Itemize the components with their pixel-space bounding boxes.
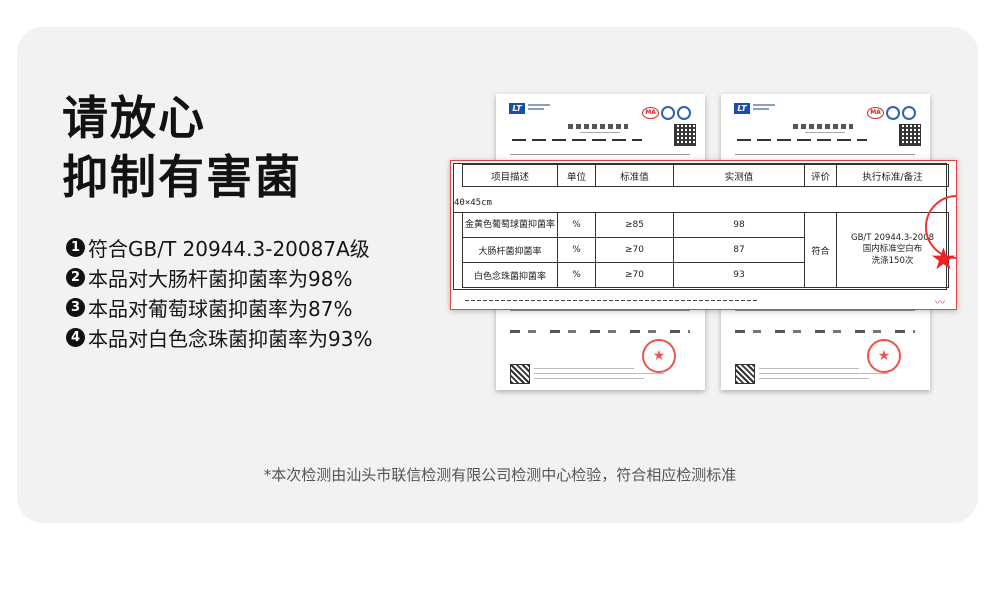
claim-item: 4 本品对白色念珠菌抑菌率为93% bbox=[66, 322, 372, 352]
cnas-mark-icon bbox=[886, 105, 900, 120]
qr-code-icon bbox=[899, 124, 921, 146]
table-rule bbox=[510, 310, 690, 311]
item-cell: 金黄色葡萄球菌抑菌率 bbox=[462, 212, 558, 238]
sample-size: 40×45cm bbox=[454, 198, 492, 208]
report-subtitle bbox=[580, 132, 620, 133]
claim-item: 1 符合GB/T 20944.3-20087A级 bbox=[66, 232, 372, 262]
item-cell: 白色念珠菌抑菌率 bbox=[462, 262, 558, 288]
unit-cell: % bbox=[557, 237, 596, 263]
report-title bbox=[793, 124, 853, 129]
signatures bbox=[735, 330, 915, 333]
claim-text: 本品对白色念珠菌抑菌率为93% bbox=[88, 326, 373, 351]
lab-name bbox=[753, 104, 775, 112]
footer-text bbox=[759, 368, 859, 369]
table-rule bbox=[510, 154, 690, 155]
claim-item: 3 本品对葡萄球菌抑菌率为87% bbox=[66, 292, 372, 322]
report-info bbox=[737, 139, 867, 141]
header-item: 项目描述 bbox=[462, 164, 558, 187]
table-rule bbox=[735, 310, 915, 311]
lab-seal-icon: ★ bbox=[867, 339, 901, 373]
magnified-result-callout: 项目描述 单位 标准值 实测值 评价 执行标准/备注 40×45cm 金黄色葡萄… bbox=[450, 160, 957, 310]
footer-text bbox=[534, 378, 644, 379]
lab-name bbox=[528, 104, 550, 112]
standard-cell: ≥85 bbox=[595, 212, 674, 238]
unit-cell: % bbox=[557, 262, 596, 288]
qr-code-icon bbox=[674, 124, 696, 146]
signatures bbox=[510, 330, 690, 333]
claim-item: 2 本品对大肠杆菌抑菌率为98% bbox=[66, 262, 372, 292]
item-cell: 大肠杆菌抑菌率 bbox=[462, 237, 558, 263]
cma-mark-icon: MA bbox=[867, 106, 884, 119]
footer-text bbox=[534, 368, 634, 369]
report-info bbox=[512, 139, 642, 141]
number-badge: 2 bbox=[66, 267, 85, 287]
lab-logo: LT bbox=[509, 103, 525, 114]
ilac-mark-icon bbox=[902, 105, 916, 120]
header-standard: 标准值 bbox=[595, 164, 674, 187]
header-unit: 单位 bbox=[557, 164, 596, 187]
table-row: 金黄色葡萄球菌抑菌率 % ≥85 98 符合 GB/T 20944.3-2008… bbox=[462, 212, 949, 288]
result-table: 金黄色葡萄球菌抑菌率 % ≥85 98 符合 GB/T 20944.3-2008… bbox=[462, 212, 949, 288]
standard-cell: ≥70 bbox=[595, 262, 674, 288]
lab-logo: LT bbox=[734, 103, 750, 114]
header-remarks: 执行标准/备注 bbox=[836, 164, 949, 187]
accreditation-marks: MA bbox=[642, 102, 691, 121]
accreditation-marks: MA bbox=[867, 102, 916, 121]
claim-text: 本品对大肠杆菌抑菌率为98% bbox=[88, 266, 353, 291]
result-table-frame: 项目描述 单位 标准值 实测值 评价 执行标准/备注 40×45cm 金黄色葡萄… bbox=[453, 163, 949, 290]
signature-mark-icon: 〰 bbox=[935, 298, 945, 309]
footer-text bbox=[759, 373, 889, 374]
number-badge: 1 bbox=[66, 237, 85, 257]
footer-text bbox=[534, 373, 664, 374]
cma-mark-icon: MA bbox=[642, 106, 659, 119]
lab-seal-icon: ★ bbox=[642, 339, 676, 373]
measured-cell: 87 bbox=[673, 237, 805, 263]
claims-list: 1 符合GB/T 20944.3-20087A级 2 本品对大肠杆菌抑菌率为98… bbox=[66, 232, 372, 352]
standard-cell: ≥70 bbox=[595, 237, 674, 263]
footer-text bbox=[759, 378, 869, 379]
cnas-mark-icon bbox=[661, 105, 675, 120]
measured-cell: 98 bbox=[673, 212, 805, 238]
header-evaluation: 评价 bbox=[804, 164, 837, 187]
number-badge: 3 bbox=[66, 297, 85, 317]
qr-code-icon bbox=[735, 364, 755, 384]
result-table-header: 项目描述 单位 标准值 实测值 评价 执行标准/备注 bbox=[462, 164, 949, 187]
headline-line-1: 请放心 bbox=[62, 91, 206, 145]
measured-cell: 93 bbox=[673, 262, 805, 288]
stamp-star-icon: ★ bbox=[930, 242, 957, 277]
evaluation-cell: 符合 bbox=[804, 212, 837, 288]
qr-code-icon bbox=[510, 364, 530, 384]
header-measured: 实测值 bbox=[673, 164, 805, 187]
table-rule bbox=[735, 154, 915, 155]
number-badge: 4 bbox=[66, 327, 85, 347]
headline-line-2: 抑制有害菌 bbox=[62, 150, 302, 204]
dashed-rule bbox=[465, 300, 757, 301]
report-title bbox=[568, 124, 628, 129]
report-subtitle bbox=[805, 132, 845, 133]
footer-note: *本次检测由汕头市联信检测有限公司检测中心检验，符合相应检测标准 bbox=[263, 466, 737, 484]
ilac-mark-icon bbox=[677, 105, 691, 120]
claim-text: 符合GB/T 20944.3-20087A级 bbox=[88, 236, 370, 261]
claim-text: 本品对葡萄球菌抑菌率为87% bbox=[88, 296, 353, 321]
unit-cell: % bbox=[557, 212, 596, 238]
